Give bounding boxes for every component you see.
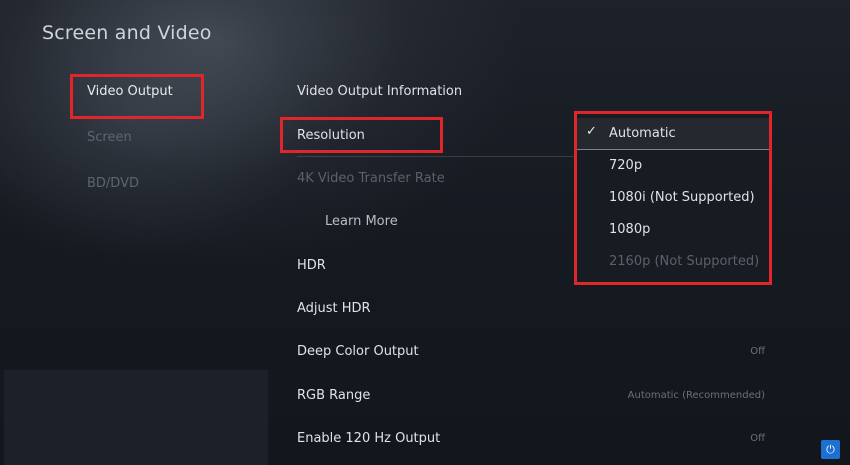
highlight-box-resolution: [280, 117, 443, 153]
setting-deep-color-output[interactable]: Deep Color Output: [297, 344, 419, 359]
setting-adjust-hdr[interactable]: Adjust HDR: [297, 301, 371, 316]
sidebar-item-bd-dvd[interactable]: BD/DVD: [87, 176, 139, 191]
power-icon: ⏻: [826, 443, 835, 456]
setting-deep-color-output-value: Off: [750, 346, 765, 357]
setting-rgb-range[interactable]: RGB Range: [297, 388, 370, 403]
setting-learn-more[interactable]: Learn More: [325, 214, 398, 229]
setting-hdr[interactable]: HDR: [297, 258, 326, 273]
highlight-box-video-output: [70, 74, 204, 119]
setting-enable-120hz-output[interactable]: Enable 120 Hz Output: [297, 431, 440, 446]
sidebar-bottom-panel: [4, 370, 268, 465]
setting-rgb-range-value: Automatic (Recommended): [627, 390, 765, 401]
setting-video-output-information[interactable]: Video Output Information: [297, 84, 462, 99]
power-button[interactable]: ⏻: [821, 440, 840, 459]
highlight-box-resolution-dropdown: [574, 111, 772, 285]
sidebar-item-screen[interactable]: Screen: [87, 130, 132, 145]
page-title: Screen and Video: [42, 22, 212, 44]
setting-enable-120hz-output-value: Off: [750, 433, 765, 444]
setting-4k-video-transfer-rate[interactable]: 4K Video Transfer Rate: [297, 171, 445, 186]
